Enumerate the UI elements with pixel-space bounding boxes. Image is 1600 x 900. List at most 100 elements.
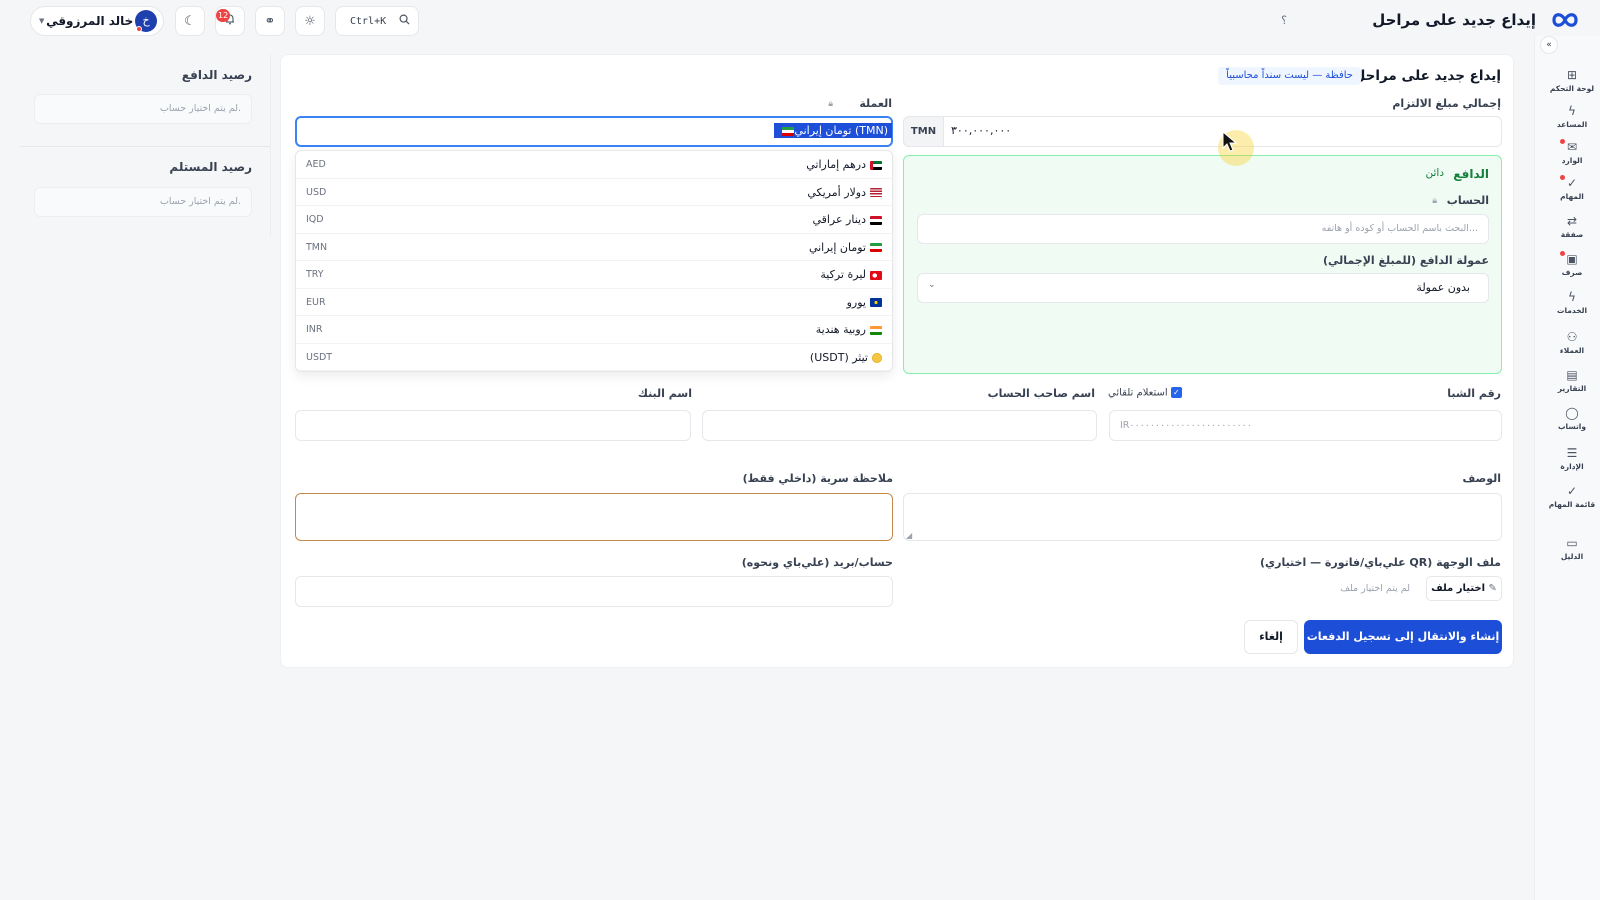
sidebar-item-label: صرف (1561, 268, 1583, 277)
currency-option[interactable]: روبية هندية INR (296, 316, 892, 344)
sidebar-item-label: المساعد (1556, 120, 1588, 129)
account-holder-input[interactable] (702, 410, 1097, 441)
user-menu[interactable]: ▼ خالد المرزوقي خ (30, 6, 164, 36)
sidebar-item-label: لوحة التحكم (1549, 84, 1595, 93)
payer-account-search[interactable]: البحث باسم الحساب أو كوده أو هاتفه... (917, 214, 1489, 244)
sliders-icon: ☰ (1566, 446, 1578, 460)
exchange-icon: ⇄ (1566, 214, 1578, 228)
currency-option-code: USD (306, 186, 327, 198)
sidebar-item-label: الدليل (1560, 552, 1584, 561)
chevron-down-icon: ⌄ (928, 280, 936, 290)
cash-icon: ▣ (1546, 251, 1598, 266)
currency-option-name: يورو (847, 296, 882, 309)
currency-option[interactable]: تومان إيراني TMN (296, 234, 892, 261)
sidebar-item-7[interactable]: ⚇ العملاء (1546, 330, 1598, 355)
payer-balance-empty: لم يتم اختيار حساب. (159, 103, 241, 114)
sidebar-item-1[interactable]: ϟ المساعد (1546, 104, 1598, 129)
left-panel-border (270, 54, 271, 238)
currency-option-name: ليرة تركية (820, 268, 882, 281)
currency-option-name: دولار أمريكي (807, 186, 882, 199)
currency-option-code: EUR (306, 296, 326, 308)
currency-option-name: درهم إماراتي (806, 158, 882, 171)
currency-option[interactable]: ليرة تركية TRY (296, 261, 892, 289)
currency-selected-value: تومان إيراني (TMN) (774, 123, 892, 138)
receiver-balance-empty: لم يتم اختيار حساب. (159, 196, 241, 207)
currency-option-code: TRY (306, 269, 324, 280)
choose-file-button[interactable]: اختيار ملف ✎ (1426, 576, 1502, 601)
sidebar-item-8[interactable]: ▤ التقارير (1546, 368, 1598, 393)
user-name: خالد المرزوقي (46, 14, 134, 28)
bolt-icon: ϟ (1568, 290, 1576, 304)
currency-option-name: روبية هندية (816, 323, 882, 336)
sheba-input[interactable]: IR۰۰۰۰۰۰۰۰۰۰۰۰۰۰۰۰۰۰۰۰۰۰۰۰ (1109, 410, 1502, 441)
description-textarea[interactable]: ◢ (903, 493, 1502, 541)
sidebar-item-label: الخدمات (1556, 306, 1588, 315)
bug-report-button[interactable]: ☼ (295, 6, 325, 36)
links-button[interactable]: ⚭ (255, 6, 285, 36)
auto-inquiry-option[interactable]: ✓ استعلام تلقائي (1108, 387, 1182, 399)
checklist-icon: ✓ (1566, 484, 1578, 498)
amount-currency-badge: TMN (903, 116, 944, 147)
report-icon: ▤ (1566, 368, 1578, 382)
page-title: إيداع جديد على مراحل (1372, 11, 1536, 29)
sidebar-item-label: التقارير (1557, 384, 1587, 393)
sidebar-item-0[interactable]: ⊞ لوحة التحكم (1546, 68, 1598, 93)
app-logo[interactable] (1548, 8, 1582, 32)
safekeeping-tag: حافظة — ليست سنداً محاسبياً (1218, 67, 1361, 85)
cancel-button[interactable]: إلغاء (1244, 620, 1298, 654)
currency-option[interactable]: يورو EUR (296, 289, 892, 316)
sidebar-item-label: واتساب (1557, 422, 1587, 431)
sidebar-item-12[interactable]: ▭ الدليل (1546, 536, 1598, 561)
currency-option[interactable]: تيثر (USDT) USDT (296, 344, 892, 371)
auto-inquiry-label: استعلام تلقائي (1108, 387, 1168, 399)
sidebar-item-label: العملاء (1559, 346, 1585, 355)
currency-dropdown: درهم إماراتي AED دولار أمريكي USD دينار عراق… (295, 150, 893, 372)
sidebar-item-label: قائمة المهام (1548, 500, 1596, 509)
command-search-button[interactable]: Ctrl+K (335, 6, 419, 36)
account-email-input[interactable] (295, 576, 893, 607)
bank-name-input[interactable] (295, 410, 691, 441)
currency-option-code: USDT (306, 351, 333, 363)
resize-handle-icon[interactable]: ◢ (906, 531, 912, 540)
check-icon: ✓ (1546, 175, 1598, 190)
sidebar-item-9[interactable]: ◯ واتساب (1546, 406, 1598, 431)
sidebar-item-label: المهام (1560, 192, 1584, 201)
notification-count-badge: 12 (216, 9, 231, 22)
payer-account-placeholder: البحث باسم الحساب أو كوده أو هاتفه... (1321, 223, 1478, 234)
lock-icon: 🔒︎ (1432, 196, 1437, 206)
flag-icon (872, 352, 882, 363)
sidebar-item-2[interactable]: ✉ الوارد (1546, 139, 1598, 165)
flag-icon (870, 243, 882, 252)
theme-toggle-button[interactable]: ☾ (175, 6, 205, 36)
account-holder-label: اسم صاحب الحساب (987, 387, 1095, 400)
receiver-balance-title: رصيد المستلم (169, 160, 252, 174)
account-email-label: حساب/بريد (علي‌باي ونحوه) (741, 556, 893, 569)
sidebar-collapse-button[interactable]: « (1540, 36, 1558, 54)
sidebar-item-6[interactable]: ϟ الخدمات (1546, 290, 1598, 315)
currency-option-code: IQD (306, 214, 324, 225)
sidebar-item-label: الإدارة (1560, 462, 1584, 471)
sheba-label: رقم الشبا (1447, 387, 1501, 400)
payer-account-label: الحساب (1446, 194, 1489, 207)
payer-balance-title: رصيد الدافع (181, 68, 252, 82)
sidebar-item-10[interactable]: ☰ الإدارة (1546, 446, 1598, 471)
flag-icon (870, 298, 882, 307)
secret-note-textarea[interactable] (295, 493, 893, 541)
payer-commission-select[interactable]: بدون عمولة ⌄ (917, 273, 1489, 303)
currency-option[interactable]: درهم إماراتي AED (296, 151, 892, 179)
sidebar-item-3[interactable]: ✓ المهام (1546, 175, 1598, 201)
flag-icon (870, 160, 882, 170)
create-and-continue-button[interactable]: إنشاء والانتقال إلى تسجيل الدفعات (1304, 620, 1502, 654)
sidebar-item-5[interactable]: ▣ صرف (1546, 251, 1598, 277)
amount-value: ۳۰۰,۰۰۰,۰۰۰ (951, 124, 1012, 137)
help-icon[interactable]: ؟ (1281, 14, 1287, 27)
bank-name-label: اسم البنك (637, 387, 692, 400)
sidebar-item-4[interactable]: ⇄ صفقة (1546, 214, 1598, 239)
auto-inquiry-checkbox[interactable]: ✓ (1170, 387, 1182, 398)
sidebar-item-11[interactable]: ✓ قائمة المهام (1546, 484, 1598, 509)
payer-title: الدافع (1453, 167, 1489, 181)
currency-option[interactable]: دولار أمريكي USD (296, 179, 892, 206)
currency-option[interactable]: دينار عراقي IQD (296, 206, 892, 234)
commission-value: بدون عمولة (1416, 281, 1470, 294)
description-label: الوصف (1462, 472, 1501, 485)
